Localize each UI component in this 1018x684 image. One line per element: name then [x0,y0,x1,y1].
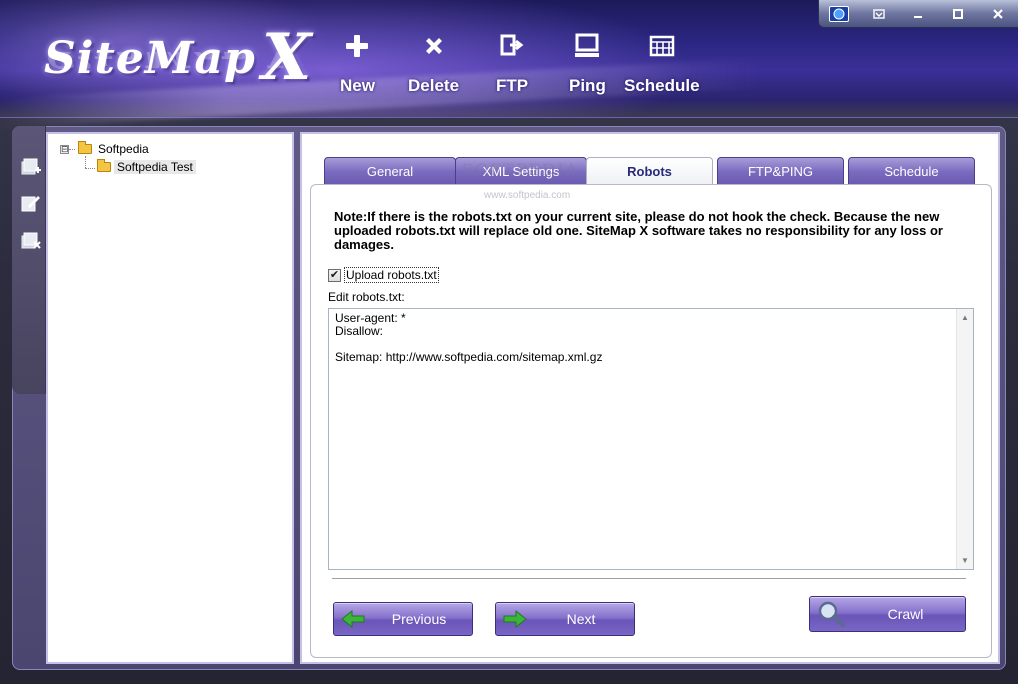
tree-expander-icon[interactable]: ⊟ [60,144,69,154]
schedule-button[interactable]: Schedule [624,30,700,102]
tree-item-label: Softpedia [98,142,149,156]
crawl-button-label: Crawl [887,606,924,622]
ping-button-label: Ping [569,76,606,95]
window-controls [818,0,1018,28]
language-button[interactable] [824,3,854,25]
ftp-button-label: FTP [496,76,529,95]
tab-general[interactable]: General [324,157,456,185]
folder-icon [78,141,92,154]
maximize-button[interactable] [943,3,973,25]
tab-ftp-ping[interactable]: FTP&PING [717,157,844,185]
ftp-button[interactable]: FTP [496,30,528,102]
tree-connector-vertical [85,156,86,168]
new-button[interactable]: New [340,30,375,102]
schedule-button-label: Schedule [624,76,700,95]
new-button-label: New [340,76,375,95]
tree-item-softpedia-test[interactable]: Softpedia Test [94,159,196,174]
ping-button[interactable]: Ping [569,30,606,102]
open-folder-icon [97,159,111,172]
scroll-down-icon[interactable]: ▼ [961,556,969,565]
next-button-label: Next [566,611,596,627]
tree-connector [69,148,75,150]
upload-robots-row[interactable]: ✔ Upload robots.txt [328,267,439,283]
tab-robots[interactable]: Robots [586,157,713,185]
app-window: SiteMapX SiteMap X New Delete FTP [0,0,1018,684]
delete-button[interactable]: Delete [408,30,459,102]
tab-xml-settings[interactable]: XML Settings [455,157,587,185]
minimize-button[interactable] [903,3,933,25]
edit-site-icon[interactable] [20,192,42,214]
crawl-button[interactable]: Crawl [809,596,966,632]
logo-reflection: SiteMap X [44,52,304,76]
left-sidebar [12,126,46,394]
robots-note: Note:If there is the robots.txt on your … [334,209,943,252]
site-tree-panel: ⊟ Softpedia Softpedia Test [46,132,294,664]
plus-icon [342,30,372,62]
header-bar: SiteMapX SiteMap X New Delete FTP [0,0,1018,128]
scroll-up-icon[interactable]: ▲ [961,313,969,322]
menu-dropdown-button[interactable] [864,3,894,25]
delete-site-icon[interactable] [20,230,42,252]
arrow-right-icon [503,609,527,629]
delete-button-label: Delete [408,76,460,95]
magnifier-icon [818,601,845,627]
add-site-icon[interactable] [20,156,42,178]
maximize-icon [953,8,964,19]
dropdown-icon [872,8,885,19]
tree-item-softpedia[interactable]: ⊟ Softpedia [60,141,152,156]
ftp-export-icon [497,30,527,62]
monitor-icon [572,30,602,62]
upload-robots-checkbox[interactable]: ✔ [328,268,341,282]
globe-icon [828,5,849,22]
tree-item-label: Softpedia Test [114,160,196,174]
calendar-icon [647,30,677,62]
edit-robots-label: Edit robots.txt: [328,290,405,304]
robots-content[interactable]: User-agent: * Disallow: Sitemap: http://… [335,312,602,364]
next-button[interactable]: Next [495,602,635,636]
divider [332,578,966,580]
upload-robots-label[interactable]: Upload robots.txt [344,267,439,283]
minimize-icon [914,15,923,18]
arrow-left-icon [341,609,365,629]
tab-schedule[interactable]: Schedule [848,157,975,185]
robots-textarea[interactable]: User-agent: * Disallow: Sitemap: http://… [328,308,974,570]
previous-button-label: Previous [391,611,447,627]
x-icon [419,30,449,62]
vertical-scrollbar[interactable]: ▲ ▼ [956,309,973,569]
previous-button[interactable]: Previous [333,602,473,636]
close-icon [993,8,1003,19]
close-button[interactable] [983,3,1013,25]
